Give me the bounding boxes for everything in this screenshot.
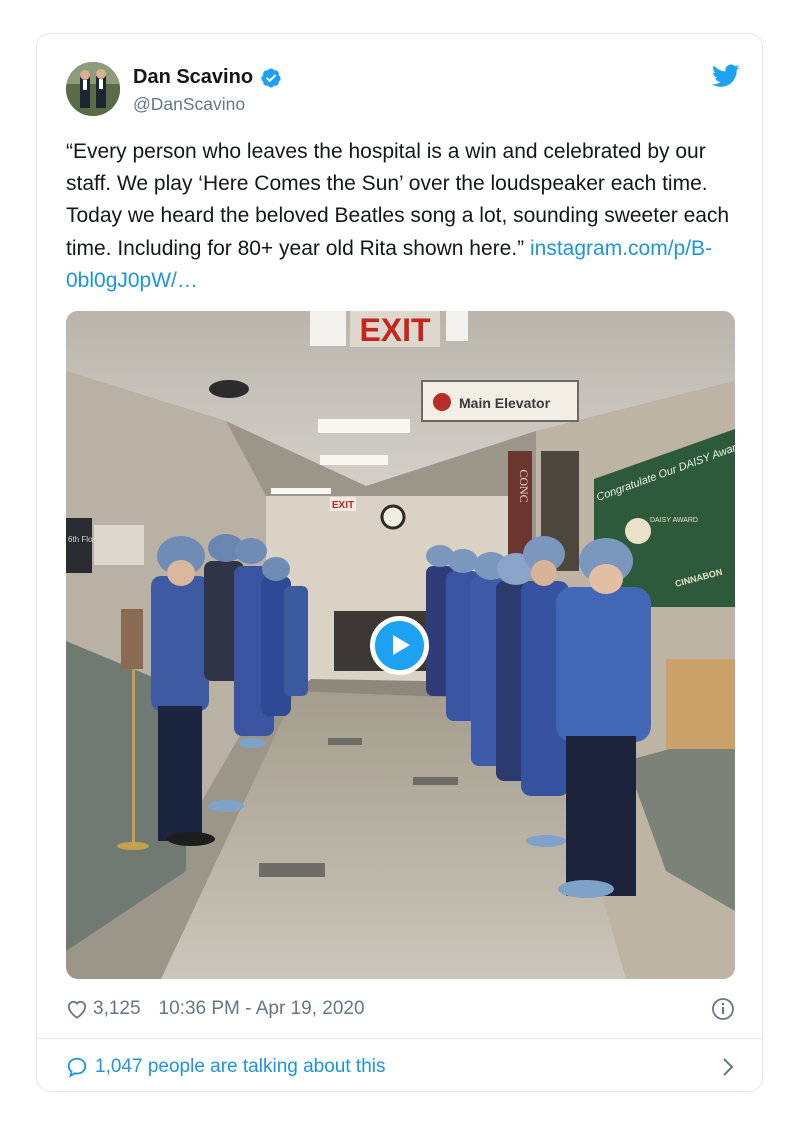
author-name[interactable]: Dan Scavino <box>133 66 253 89</box>
conversation-link[interactable]: 1,047 people are talking about this <box>66 1052 735 1082</box>
verified-badge-icon <box>261 67 281 88</box>
chevron-right-icon[interactable] <box>721 1057 735 1077</box>
speech-bubble-icon <box>67 1057 87 1078</box>
tweet-meta: 3,125 10:36 PM - Apr 19, 2020 <box>66 994 735 1024</box>
info-icon[interactable] <box>711 997 735 1021</box>
daisy-award-sub: DAISY AWARD <box>650 517 698 524</box>
author-handle[interactable]: @DanScavino <box>133 94 245 115</box>
tweet-card: Dan Scavino @DanScavino “Every person wh… <box>36 33 763 1092</box>
heart-icon[interactable] <box>66 999 88 1019</box>
exit-sign: EXIT <box>359 312 431 348</box>
tweet-text: “Every person who leaves the hospital is… <box>66 136 746 297</box>
talking-count[interactable]: 1,047 people are talking about this <box>95 1056 386 1078</box>
video-play-button[interactable] <box>370 616 429 675</box>
play-icon <box>393 635 410 655</box>
like-count[interactable]: 3,125 <box>93 998 141 1020</box>
twitter-bird-icon[interactable] <box>712 64 740 88</box>
avatar[interactable] <box>66 62 120 116</box>
elevator-sign: Main Elevator <box>459 395 551 411</box>
divider <box>37 1038 762 1039</box>
conc-sign: CONC <box>517 469 531 502</box>
timestamp[interactable]: 10:36 PM - Apr 19, 2020 <box>159 998 365 1020</box>
video-thumbnail[interactable]: EXIT Main Elevator EXIT 6th Floor CONC C… <box>66 311 735 979</box>
author-name-row: Dan Scavino <box>133 66 282 89</box>
small-exit-sign: EXIT <box>332 500 354 511</box>
tweet-header: Dan Scavino @DanScavino <box>66 62 740 118</box>
